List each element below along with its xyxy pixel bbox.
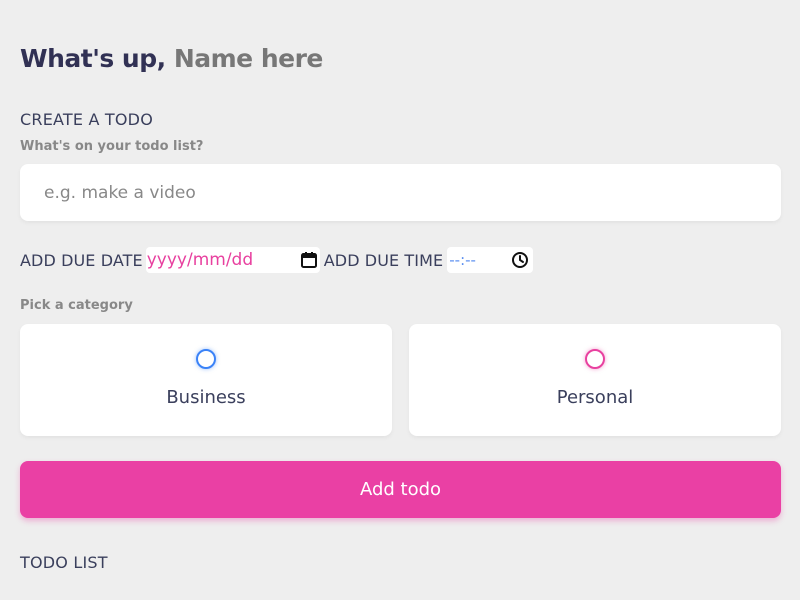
category-question-label: Pick a category bbox=[20, 298, 133, 313]
category-personal-option[interactable]: Personal bbox=[409, 324, 781, 436]
personal-radio[interactable] bbox=[585, 349, 605, 369]
due-date-label: ADD DUE DATE bbox=[20, 250, 143, 270]
todo-content-input[interactable] bbox=[20, 164, 781, 221]
create-todo-title: CREATE A TODO bbox=[20, 110, 153, 129]
category-business-option[interactable]: Business bbox=[20, 324, 392, 436]
todo-list-title: TODO LIST bbox=[20, 553, 108, 572]
due-date-placeholder: yyyy/mm/dd bbox=[146, 250, 254, 270]
todo-question-label: What's on your todo list? bbox=[20, 139, 204, 154]
personal-label: Personal bbox=[556, 387, 634, 408]
due-row: ADD DUE DATE yyyy/mm/dd ADD DUE TIME --:… bbox=[20, 247, 534, 273]
todo-app: What's up, Name here CREATE A TODO What'… bbox=[0, 0, 800, 600]
add-todo-button[interactable]: Add todo bbox=[20, 461, 781, 518]
due-date-input[interactable]: yyyy/mm/dd bbox=[145, 247, 320, 273]
user-name-input[interactable]: Name here bbox=[174, 44, 324, 73]
calendar-icon[interactable] bbox=[300, 251, 318, 269]
due-time-input[interactable]: --:-- bbox=[447, 247, 534, 273]
clock-icon[interactable] bbox=[511, 251, 529, 269]
business-label: Business bbox=[166, 387, 246, 408]
greeting-prefix: What's up, bbox=[20, 44, 166, 73]
due-time-placeholder: --:-- bbox=[449, 251, 476, 269]
due-time-label: ADD DUE TIME bbox=[323, 250, 444, 270]
greeting-heading: What's up, Name here bbox=[20, 44, 323, 73]
business-radio[interactable] bbox=[196, 349, 216, 369]
